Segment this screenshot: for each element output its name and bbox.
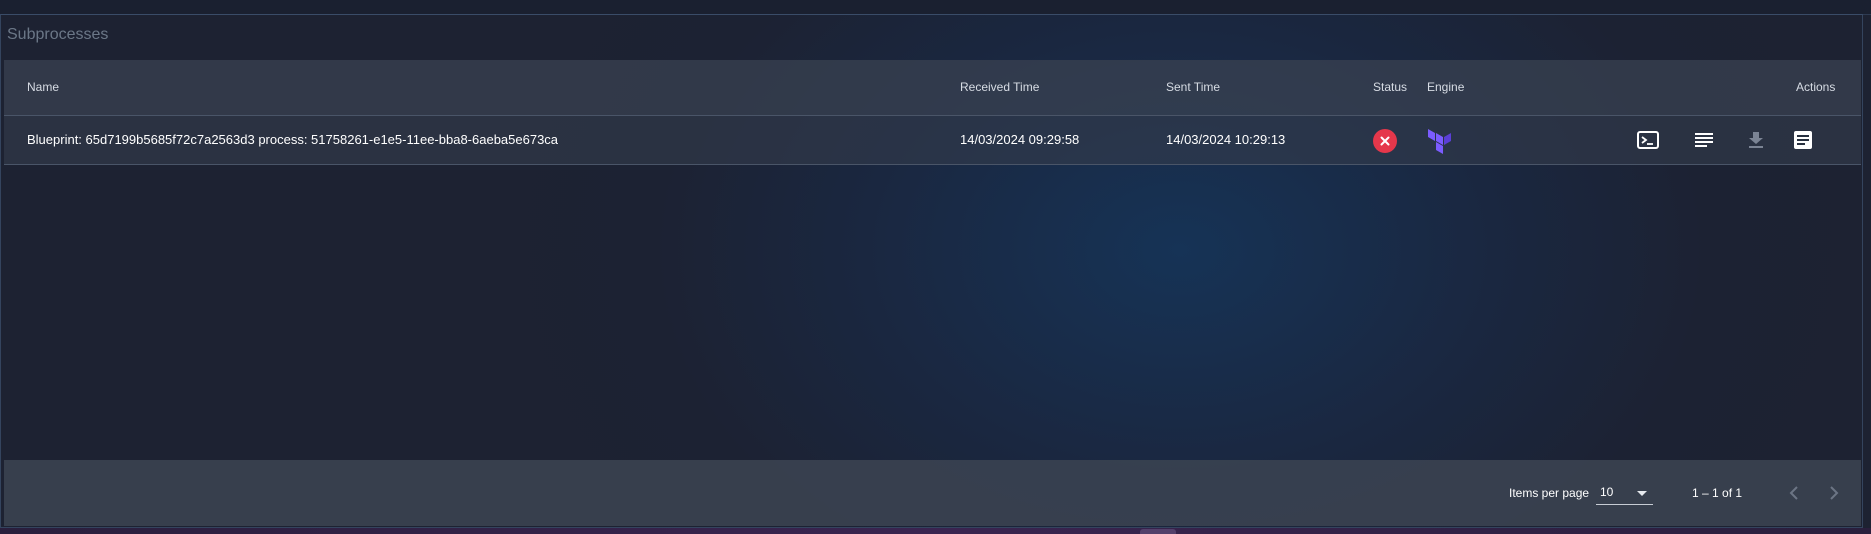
chevron-down-icon: [1637, 491, 1647, 496]
chevron-left-icon[interactable]: [1782, 481, 1806, 505]
table-row[interactable]: Blueprint: 65d7199b5685f72c7a2563d3 proc…: [4, 116, 1861, 165]
range-label: 1 – 1 of 1: [1692, 486, 1743, 500]
column-header-actions: Actions: [1796, 80, 1836, 94]
table-header: Name Received Time Sent Time Status Engi…: [4, 60, 1861, 116]
terminal-icon[interactable]: [1636, 128, 1660, 152]
column-header-name[interactable]: Name: [27, 60, 59, 115]
column-header-received-time[interactable]: Received Time: [960, 60, 1039, 115]
row-name: Blueprint: 65d7199b5685f72c7a2563d3 proc…: [27, 132, 559, 147]
column-header-status[interactable]: Status: [1373, 60, 1407, 115]
error-circle-icon: [1373, 129, 1397, 153]
column-header-sent-time[interactable]: Sent Time: [1166, 60, 1220, 115]
subprocesses-table: Name Received Time Sent Time Status Engi…: [4, 60, 1861, 165]
download-icon[interactable]: [1744, 128, 1768, 152]
bottom-tab-handle: [1140, 529, 1176, 534]
items-per-page-value: 10: [1600, 485, 1614, 499]
column-header-engine[interactable]: Engine: [1427, 60, 1464, 115]
row-sent-time: 14/03/2024 10:29:13: [1166, 132, 1286, 147]
table-paginator: Items per page 10 1 – 1 of 1: [4, 460, 1861, 526]
row-received-time: 14/03/2024 09:29:58: [960, 132, 1080, 147]
chevron-right-icon[interactable]: [1822, 481, 1846, 505]
panel-title: Subprocesses: [7, 26, 109, 43]
terraform-icon: [1427, 128, 1453, 159]
document-icon[interactable]: [1791, 128, 1815, 152]
notes-icon[interactable]: [1692, 128, 1716, 152]
items-per-page-select[interactable]: 10: [1596, 482, 1653, 505]
bottom-accent-bar: [0, 528, 1871, 534]
top-strip: [0, 0, 1871, 15]
items-per-page-label: Items per page: [1509, 486, 1590, 500]
